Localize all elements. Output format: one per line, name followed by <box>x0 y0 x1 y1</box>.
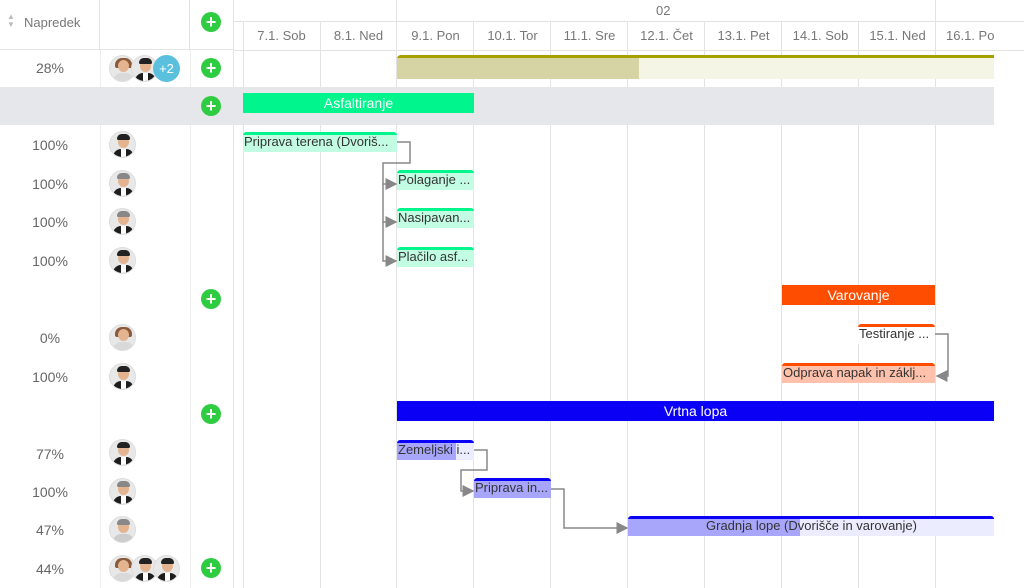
dependency-arrow <box>382 184 398 228</box>
dependency-arrow <box>935 333 949 382</box>
dependency-arrow <box>382 222 398 267</box>
dependency-arrow <box>382 141 411 190</box>
dependency-arrow <box>460 449 488 497</box>
dependency-arrows <box>382 141 949 534</box>
dependency-arrow <box>551 488 629 534</box>
